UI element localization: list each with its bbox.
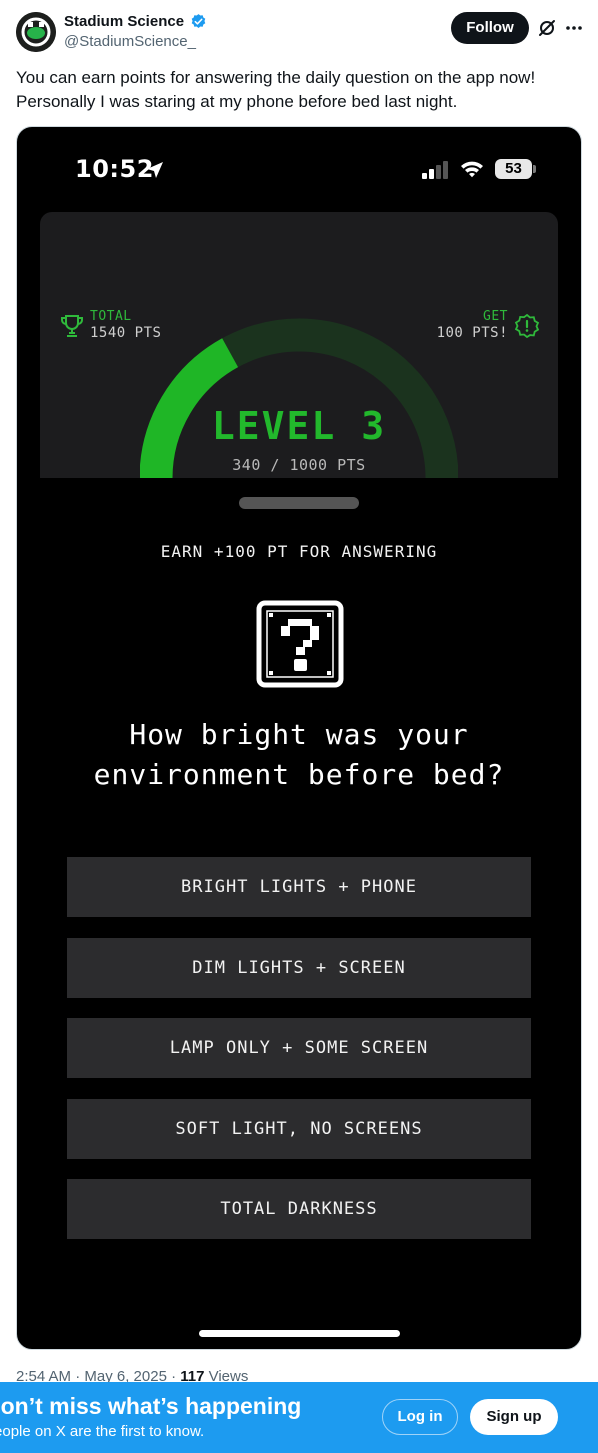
total-label: TOTAL (90, 309, 132, 324)
battery-level: 53 (505, 160, 522, 177)
verified-badge-icon (191, 14, 206, 28)
tweet-media-image[interactable]: 10:52 53 TOTAL 1540 PTS GET 100 PTS! LEV… (16, 126, 582, 1350)
location-arrow-icon (147, 162, 163, 178)
answer-option-soft-light-no-screens[interactable]: SOFT LIGHT, NO SCREENS (67, 1098, 531, 1159)
banner-title: Don’t miss what’s happening (0, 1393, 302, 1419)
more-options-icon[interactable] (564, 18, 584, 38)
sheet-drag-handle[interactable] (239, 497, 359, 509)
follow-button[interactable]: Follow (451, 12, 529, 44)
avatar[interactable] (16, 12, 56, 52)
grok-icon[interactable] (537, 18, 557, 38)
question-line-2: environment before bed? (93, 758, 505, 791)
earn-points-label: EARN +100 PT FOR ANSWERING (160, 542, 438, 561)
answer-option-lamp-only-some-screen[interactable]: LAMP ONLY + SOME SCREEN (67, 1018, 531, 1078)
cellular-signal-icon (422, 161, 448, 179)
level-label: LEVEL 3 (211, 404, 387, 448)
login-button[interactable]: Log in (382, 1399, 458, 1435)
banner-subtitle: People on X are the first to know. (0, 1423, 205, 1440)
author-handle[interactable]: @StadiumScience_ (64, 33, 196, 50)
question-text: How bright was your environment before b… (17, 715, 581, 795)
level-progress-gauge (140, 318, 458, 478)
answer-option-total-darkness[interactable]: TOTAL DARKNESS (67, 1179, 531, 1239)
status-bar-time: 10:52 (75, 155, 154, 183)
level-progress-text: 340 / 1000 PTS (232, 456, 366, 474)
level-card: TOTAL 1540 PTS GET 100 PTS! LEVEL 3 340 … (40, 212, 558, 478)
question-block-icon (256, 600, 344, 688)
answer-option-dim-lights-screen[interactable]: DIM LIGHTS + SCREEN (67, 937, 531, 998)
home-indicator[interactable] (199, 1330, 400, 1337)
wifi-icon (461, 161, 483, 178)
question-line-1: How bright was your (129, 718, 469, 751)
tweet-header: Stadium Science @StadiumScience_ Follow (16, 12, 582, 56)
signup-banner: Don’t miss what’s happening People on X … (0, 1382, 598, 1453)
battery-indicator: 53 (495, 159, 537, 179)
signup-button[interactable]: Sign up (470, 1399, 558, 1435)
get-label: GET (483, 309, 508, 324)
answer-option-bright-lights-phone[interactable]: BRIGHT LIGHTS + PHONE (67, 857, 531, 917)
trophy-icon (61, 315, 83, 337)
alert-badge-icon[interactable] (514, 313, 540, 339)
author-name[interactable]: Stadium Science (64, 13, 184, 30)
tweet-text: You can earn points for answering the da… (16, 68, 536, 111)
answer-options: BRIGHT LIGHTS + PHONE DIM LIGHTS + SCREE… (67, 857, 531, 1260)
